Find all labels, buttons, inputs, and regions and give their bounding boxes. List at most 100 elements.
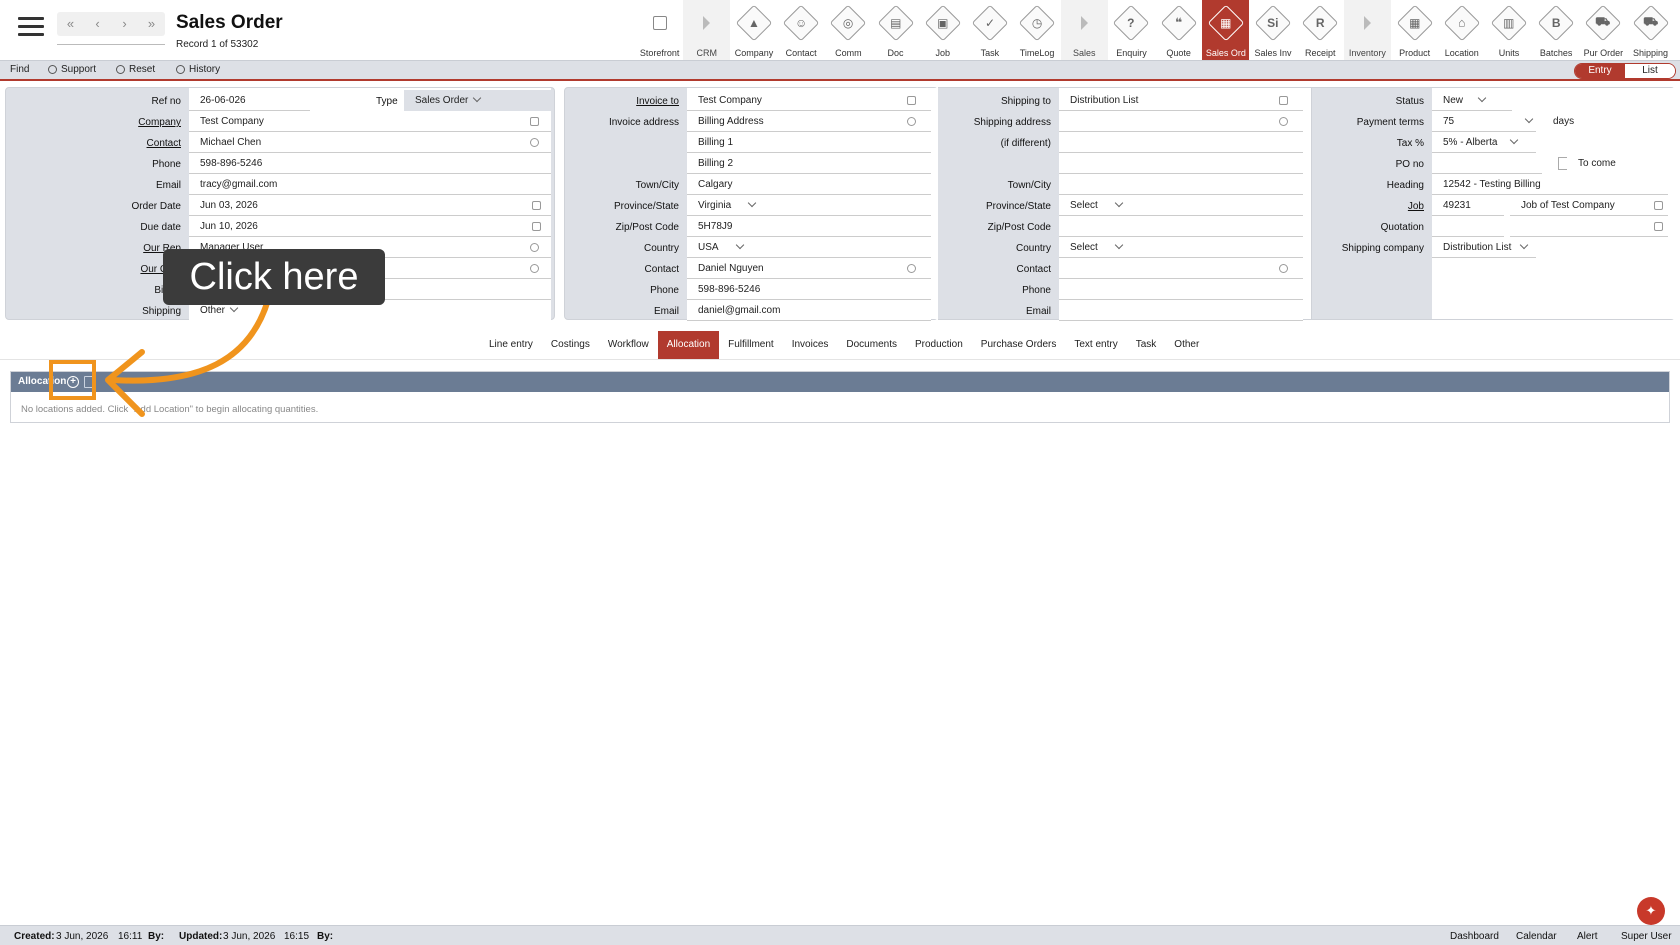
- tab-costings[interactable]: Costings: [542, 331, 599, 359]
- module-receipt[interactable]: R Receipt: [1297, 0, 1344, 60]
- company-link[interactable]: Company: [138, 117, 181, 128]
- next-record-button[interactable]: ›: [111, 12, 138, 36]
- module-quote[interactable]: ❝ Quote: [1155, 0, 1202, 60]
- invoice-address-line2[interactable]: Billing 1: [687, 132, 931, 153]
- shipping-address-line1[interactable]: [1059, 111, 1303, 132]
- invoice-email-field[interactable]: daniel@gmail.com: [687, 300, 931, 321]
- calendar-icon[interactable]: [532, 222, 541, 231]
- company-field[interactable]: Test Company: [189, 111, 551, 132]
- tab-fulfillment[interactable]: Fulfillment: [719, 331, 783, 359]
- module-timelog[interactable]: ◷ TimeLog: [1014, 0, 1061, 60]
- module-sales-inv[interactable]: Si Sales Inv: [1249, 0, 1296, 60]
- list-view-button[interactable]: List: [1625, 64, 1675, 78]
- tab-text-entry[interactable]: Text entry: [1065, 331, 1126, 359]
- quotation-name-field[interactable]: [1510, 216, 1668, 237]
- assistant-sparkle-icon[interactable]: ✦: [1637, 897, 1665, 925]
- find-button[interactable]: Find: [10, 64, 29, 75]
- module-enquiry[interactable]: ? Enquiry: [1108, 0, 1155, 60]
- contact-link[interactable]: Contact: [147, 138, 181, 149]
- person-icon[interactable]: [1279, 264, 1288, 273]
- tab-task[interactable]: Task: [1127, 331, 1166, 359]
- tab-invoices[interactable]: Invoices: [783, 331, 838, 359]
- tab-other[interactable]: Other: [1165, 331, 1208, 359]
- tab-workflow[interactable]: Workflow: [599, 331, 658, 359]
- history-button[interactable]: History: [176, 64, 220, 75]
- ref-no-field[interactable]: 26-06-026: [189, 90, 310, 111]
- module-contact[interactable]: ☺ Contact: [778, 0, 825, 60]
- tab-documents[interactable]: Documents: [837, 331, 906, 359]
- job-name-field[interactable]: Job of Test Company: [1510, 195, 1668, 216]
- hamburger-menu-icon[interactable]: [18, 17, 44, 39]
- po-no-field[interactable]: [1432, 153, 1542, 174]
- shipping-zip-field[interactable]: [1059, 216, 1303, 237]
- quotation-lookup-icon[interactable]: [1654, 222, 1663, 231]
- shipping-email-field[interactable]: [1059, 300, 1303, 321]
- entry-view-button[interactable]: Entry: [1575, 64, 1625, 78]
- shipping-lookup-icon[interactable]: [1279, 96, 1288, 105]
- module-task[interactable]: ✓ Task: [966, 0, 1013, 60]
- person-icon[interactable]: [530, 138, 539, 147]
- shipping-company-select[interactable]: Distribution List: [1432, 237, 1536, 258]
- module-inventory[interactable]: Inventory: [1343, 0, 1391, 60]
- previous-record-button[interactable]: ‹: [84, 12, 111, 36]
- invoice-to-link[interactable]: Invoice to: [636, 96, 679, 107]
- job-link[interactable]: Job: [1408, 201, 1424, 212]
- town-field[interactable]: Calgary: [687, 174, 931, 195]
- province-select[interactable]: Virginia: [687, 195, 931, 216]
- last-record-button[interactable]: »: [138, 12, 165, 36]
- shipping-address-line3[interactable]: [1059, 153, 1303, 174]
- invoice-address-line3[interactable]: Billing 2: [687, 153, 931, 174]
- due-date-field[interactable]: Jun 10, 2026: [189, 216, 551, 237]
- company-lookup-icon[interactable]: [530, 117, 539, 126]
- invoice-phone-field[interactable]: 598-896-5246: [687, 279, 931, 300]
- country-select[interactable]: USA: [687, 237, 931, 258]
- status-select[interactable]: New: [1432, 90, 1512, 111]
- first-record-button[interactable]: «: [57, 12, 84, 36]
- module-crm[interactable]: CRM: [683, 0, 731, 60]
- contact-field[interactable]: Michael Chen: [189, 132, 551, 153]
- invoice-address-line1[interactable]: Billing Address: [687, 111, 931, 132]
- module-product[interactable]: ▦ Product: [1391, 0, 1438, 60]
- reset-button[interactable]: Reset: [116, 64, 155, 75]
- module-location[interactable]: ⌂ Location: [1438, 0, 1485, 60]
- shipping-phone-field[interactable]: [1059, 279, 1303, 300]
- module-units[interactable]: ▥ Units: [1485, 0, 1532, 60]
- calendar-link[interactable]: Calendar: [1516, 931, 1557, 942]
- shipping-to-field[interactable]: Distribution List: [1059, 90, 1303, 111]
- shipping-country-select[interactable]: Select: [1059, 237, 1303, 258]
- payment-terms-select[interactable]: 75: [1432, 111, 1536, 132]
- module-pur-order[interactable]: ⛟ Pur Order: [1580, 0, 1627, 60]
- order-date-field[interactable]: Jun 03, 2026: [189, 195, 551, 216]
- email-field[interactable]: tracy@gmail.com: [189, 174, 551, 195]
- module-job[interactable]: ▣ Job: [919, 0, 966, 60]
- module-batches[interactable]: B Batches: [1533, 0, 1580, 60]
- job-field[interactable]: 49231: [1432, 195, 1504, 216]
- super-user-link[interactable]: Super User: [1621, 931, 1672, 942]
- invoice-lookup-icon[interactable]: [907, 96, 916, 105]
- module-comm[interactable]: ◎ Comm: [825, 0, 872, 60]
- invoice-to-field[interactable]: Test Company: [687, 90, 931, 111]
- tab-production[interactable]: Production: [906, 331, 972, 359]
- phone-field[interactable]: 598-896-5246: [189, 153, 551, 174]
- module-storefront[interactable]: Storefront: [636, 0, 683, 60]
- module-shipping[interactable]: ⛟ Shipping: [1627, 0, 1674, 60]
- alert-link[interactable]: Alert: [1577, 931, 1598, 942]
- type-select[interactable]: Sales Order: [404, 90, 551, 111]
- tab-purchase-orders[interactable]: Purchase Orders: [972, 331, 1066, 359]
- module-company[interactable]: ▲ Company: [730, 0, 777, 60]
- support-button[interactable]: Support: [48, 64, 96, 75]
- module-doc[interactable]: ▤ Doc: [872, 0, 919, 60]
- person-icon[interactable]: [530, 243, 539, 252]
- tab-line-entry[interactable]: Line entry: [480, 331, 542, 359]
- dashboard-link[interactable]: Dashboard: [1450, 931, 1499, 942]
- shipping-contact-field[interactable]: [1059, 258, 1303, 279]
- shipping-province-select[interactable]: Select: [1059, 195, 1303, 216]
- zip-field[interactable]: 5H78J9: [687, 216, 931, 237]
- map-pin-icon[interactable]: [907, 117, 916, 126]
- invoice-contact-field[interactable]: Daniel Nguyen: [687, 258, 931, 279]
- heading-field[interactable]: 12542 - Testing Billing: [1432, 174, 1668, 195]
- module-sales-ord[interactable]: ▦ Sales Ord: [1202, 0, 1250, 60]
- map-pin-icon[interactable]: [1279, 117, 1288, 126]
- job-lookup-icon[interactable]: [1654, 201, 1663, 210]
- shipping-address-line2[interactable]: [1059, 132, 1303, 153]
